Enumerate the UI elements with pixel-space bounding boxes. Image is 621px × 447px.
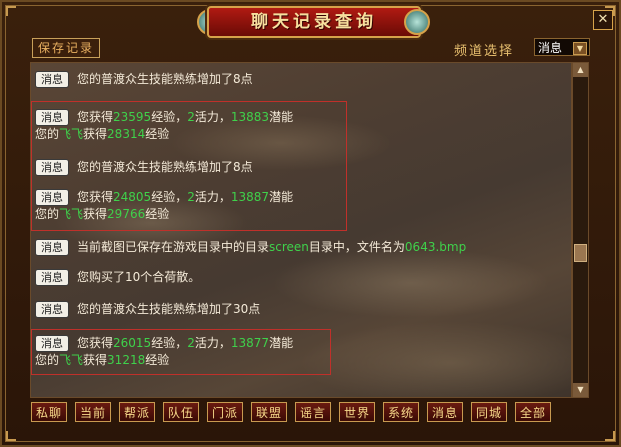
- message-text: 您购买了10个合荷散。: [77, 270, 200, 284]
- frame-corner: [6, 6, 16, 16]
- highlight-value: 0643.bmp: [404, 240, 467, 254]
- scroll-thumb[interactable]: [574, 244, 587, 262]
- chat-message: 消息 您的普渡众生技能熟练增加了30点: [35, 301, 260, 318]
- channel-tab[interactable]: 当前: [75, 402, 111, 422]
- scroll-down-icon[interactable]: ▼: [573, 383, 588, 397]
- close-button[interactable]: ✕: [593, 10, 613, 30]
- message-text: 当前截图已保存在游戏目录中的目录screen目录中，文件名为0643.bmp: [77, 240, 466, 254]
- title-plate: 聊天记录查询: [207, 6, 421, 38]
- highlight-box: [31, 329, 331, 375]
- chat-message: 消息 您购买了10个合荷散。: [35, 269, 200, 286]
- message-text: 您的普渡众生技能熟练增加了8点: [77, 72, 253, 86]
- chat-message: 消息 当前截图已保存在游戏目录中的目录screen目录中，文件名为0643.bmp: [35, 239, 466, 256]
- message-fragment: 您的普渡众生技能熟练增加了8点: [77, 72, 253, 86]
- chat-log-area: 消息 您的普渡众生技能熟练增加了8点 消息 您获得23595经验，2活力，13883潜…: [30, 62, 572, 398]
- highlight-box: [31, 101, 347, 231]
- close-icon: ✕: [597, 12, 609, 27]
- channel-select-value: 消息: [538, 41, 563, 55]
- message-fragment: 当前截图已保存在游戏目录中的目录: [77, 240, 270, 254]
- channel-tab[interactable]: 消息: [427, 402, 463, 422]
- channel-tab[interactable]: 系统: [383, 402, 419, 422]
- frame-corner: [605, 431, 615, 441]
- message-channel-badge[interactable]: 消息: [35, 269, 69, 286]
- message-channel-badge[interactable]: 消息: [35, 301, 69, 318]
- channel-tab[interactable]: 谣言: [295, 402, 331, 422]
- channel-tab[interactable]: 世界: [339, 402, 375, 422]
- message-fragment: 目录中，文件名为: [308, 240, 405, 254]
- chat-message: 消息 您的普渡众生技能熟练增加了8点: [35, 71, 253, 88]
- message-text: 您的普渡众生技能熟练增加了30点: [77, 302, 260, 316]
- message-fragment: 您的普渡众生技能熟练增加了30点: [77, 302, 261, 316]
- channel-tab[interactable]: 私聊: [31, 402, 67, 422]
- channel-tab[interactable]: 门派: [207, 402, 243, 422]
- frame-corner: [6, 431, 16, 441]
- channel-tab[interactable]: 全部: [515, 402, 551, 422]
- highlight-value: screen: [269, 240, 309, 254]
- channel-tab[interactable]: 队伍: [163, 402, 199, 422]
- channel-tab[interactable]: 同城: [471, 402, 507, 422]
- message-fragment: 您购买了10个合荷散。: [77, 270, 201, 284]
- save-log-button[interactable]: 保存记录: [32, 38, 101, 58]
- channel-tab[interactable]: 帮派: [119, 402, 155, 422]
- chat-log-window: 聊天记录查询 ✕ 保存记录 频道选择 消息 ▼ 消息 您的普渡众生技能熟练增加了8…: [0, 0, 621, 447]
- title-ornament-icon: [404, 9, 430, 35]
- window-title: 聊天记录查询: [251, 12, 377, 32]
- channel-tab[interactable]: 联盟: [251, 402, 287, 422]
- scroll-up-icon[interactable]: ▲: [573, 63, 588, 77]
- chevron-down-icon[interactable]: ▼: [573, 42, 587, 55]
- channel-label: 频道选择: [454, 44, 515, 59]
- message-channel-badge[interactable]: 消息: [35, 239, 69, 256]
- channel-select[interactable]: 消息 ▼: [534, 38, 590, 56]
- message-channel-badge[interactable]: 消息: [35, 71, 69, 88]
- scrollbar[interactable]: ▲ ▼: [572, 62, 589, 398]
